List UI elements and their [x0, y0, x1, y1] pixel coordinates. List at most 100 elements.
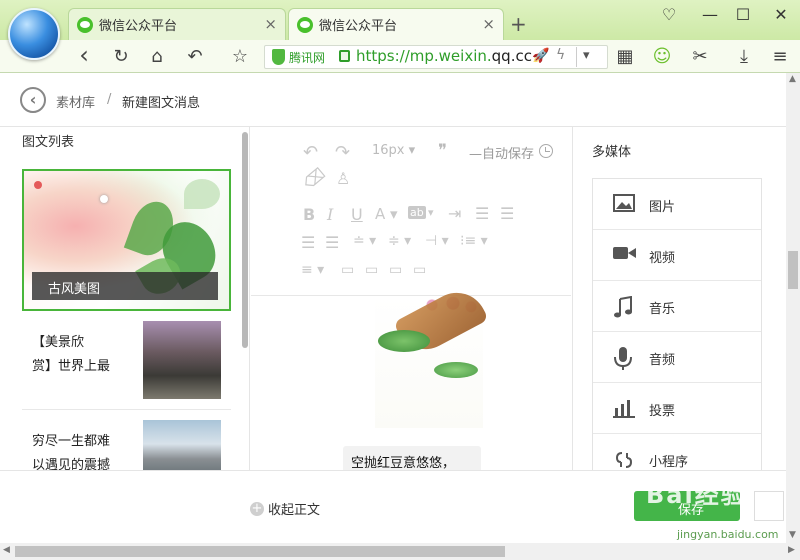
tab-1[interactable]: 微信公众平台 × [68, 8, 286, 40]
tab-close-button[interactable]: × [482, 15, 495, 33]
music-icon [613, 295, 635, 318]
horizontal-scrollbar-thumb[interactable] [15, 546, 505, 557]
breadcrumb-separator: / [107, 92, 112, 107]
clock-icon [539, 144, 553, 158]
wechat-icon [297, 16, 313, 33]
tab-2-active[interactable]: 微信公众平台 × [288, 8, 504, 40]
browser-logo-icon[interactable] [8, 8, 60, 60]
plus-circle-icon: + [250, 500, 264, 516]
chevron-down-icon[interactable]: ▾ [583, 48, 590, 63]
media-item-label: 投票 [649, 404, 676, 419]
wechat-icon [77, 16, 93, 33]
refresh-icon[interactable]: ↻ [109, 46, 133, 67]
tab-close-button[interactable]: × [264, 15, 277, 33]
list-scrollbar[interactable] [242, 132, 248, 348]
download-icon[interactable]: ⤓ [732, 46, 756, 67]
float-right-icon[interactable]: ▭ [389, 262, 402, 278]
preview-button[interactable] [754, 491, 784, 521]
multimedia-list: 图片 视频 音乐 音频 投票 小程序 [592, 178, 762, 478]
video-icon [613, 245, 636, 265]
microphone-icon [613, 347, 635, 370]
article-thumbnail [143, 321, 221, 399]
media-item-music[interactable]: 音乐 [593, 281, 761, 332]
font-color-glyph: A [375, 205, 386, 223]
ordered-list-icon[interactable]: ≡ ▾ [301, 262, 324, 278]
scroll-up-icon[interactable]: ▲ [789, 74, 796, 84]
url-domain: qq.cc [491, 47, 532, 65]
font-size-select[interactable]: 16px ▾ [372, 143, 415, 158]
redo-icon[interactable]: ↷ [335, 142, 350, 163]
indent-icon[interactable]: ⇥ [448, 204, 461, 223]
line-spacing-icon[interactable]: ≐ ▾ [353, 233, 376, 249]
lock-icon [339, 50, 350, 62]
minimize-button[interactable]: — [698, 5, 722, 24]
watermark-url: jingyan.baidu.com [677, 528, 779, 541]
rocket-icon[interactable]: 🚀 [532, 48, 549, 64]
media-item-label: 图片 [649, 200, 676, 215]
article-cover-caption: 古风美图 [32, 272, 218, 300]
media-item-label: 音频 [649, 353, 676, 368]
paragraph-spacing-icon[interactable]: ≑ ▾ [388, 233, 411, 249]
list-icon[interactable]: ⁝≡ ▾ [460, 233, 488, 249]
chevron-down-icon[interactable]: ▾ [428, 206, 434, 219]
back-icon[interactable]: ‹ [72, 41, 96, 69]
float-left-icon[interactable]: ▭ [341, 262, 354, 278]
undo-icon[interactable]: ↶ [303, 142, 318, 163]
undo-close-icon[interactable]: ↶ [183, 46, 207, 67]
maximize-button[interactable]: ☐ [731, 5, 755, 24]
image-icon [613, 194, 635, 214]
media-item-audio[interactable]: 音频 [593, 332, 761, 383]
media-item-video[interactable]: 视频 [593, 230, 761, 281]
image-lily-pad [434, 362, 478, 378]
new-tab-button[interactable]: + [510, 12, 527, 36]
font-color-icon[interactable]: A ▾ [375, 205, 398, 223]
skin-icon[interactable]: ♡ [657, 5, 681, 24]
list-item[interactable]: 【美景欣 赏】世界上最 [22, 311, 231, 410]
extension-icon[interactable]: ☺ [650, 46, 674, 67]
image-lily-pad [378, 330, 430, 352]
align-left-icon[interactable]: ☰ [475, 204, 489, 223]
close-window-button[interactable]: ✕ [769, 5, 793, 24]
url-text[interactable]: https://mp.weixin.qq.cc [356, 47, 532, 65]
vote-icon [613, 398, 635, 418]
media-item-label: 音乐 [649, 302, 676, 317]
menu-icon[interactable]: ≡ [768, 46, 792, 67]
media-item-image[interactable]: 图片 [593, 179, 761, 230]
bold-icon[interactable]: B [303, 205, 315, 224]
breadcrumb-library-link[interactable]: 素材库 [56, 92, 95, 111]
scrollbar-thumb[interactable] [788, 251, 798, 289]
multimedia-title: 多媒体 [592, 145, 632, 160]
scroll-right-icon[interactable]: ▶ [788, 545, 795, 555]
font-size-value: 16px [372, 143, 405, 158]
collapse-body-button[interactable]: + 收起正文 [250, 499, 320, 518]
media-item-vote[interactable]: 投票 [593, 383, 761, 434]
underline-icon[interactable]: U [351, 205, 363, 224]
page-scrollbar[interactable] [786, 73, 800, 543]
baidu-watermark: Bai经验 [646, 481, 747, 509]
align-center-icon[interactable]: ☰ [301, 233, 315, 252]
float-none-icon[interactable]: ▭ [413, 262, 426, 278]
media-item-label: 小程序 [649, 455, 689, 470]
apps-grid-icon[interactable]: ▦ [613, 46, 637, 67]
article-list-title: 图文列表 [22, 135, 75, 150]
scroll-down-icon[interactable]: ▼ [789, 530, 796, 540]
background-color-icon[interactable]: ab [408, 206, 426, 219]
letter-spacing-icon[interactable]: ⊣ ▾ [425, 233, 449, 249]
blockquote-icon[interactable]: ❞ [438, 141, 447, 161]
breadcrumb-current: 新建图文消息 [122, 96, 201, 111]
article-title-line: 【美景欣 [32, 335, 85, 350]
media-item-label: 视频 [649, 251, 676, 266]
float-center-icon[interactable]: ▭ [365, 262, 378, 278]
lightning-icon[interactable]: ϟ [556, 47, 565, 63]
url-scheme: https://mp.weixin. [356, 47, 492, 65]
format-painter-icon[interactable]: ♙ [336, 169, 350, 188]
back-button[interactable]: ‹ [20, 87, 46, 113]
home-icon[interactable]: ⌂ [145, 46, 169, 67]
italic-icon[interactable]: I [327, 205, 333, 224]
scissors-icon[interactable]: ✂ [688, 46, 712, 67]
favorite-star-icon[interactable]: ☆ [228, 46, 252, 67]
scroll-left-icon[interactable]: ◀ [3, 545, 10, 555]
align-justify-icon[interactable]: ☰ [500, 204, 514, 223]
align-right-icon[interactable]: ☰ [325, 233, 339, 252]
security-label[interactable]: 腾讯网 [289, 49, 325, 66]
